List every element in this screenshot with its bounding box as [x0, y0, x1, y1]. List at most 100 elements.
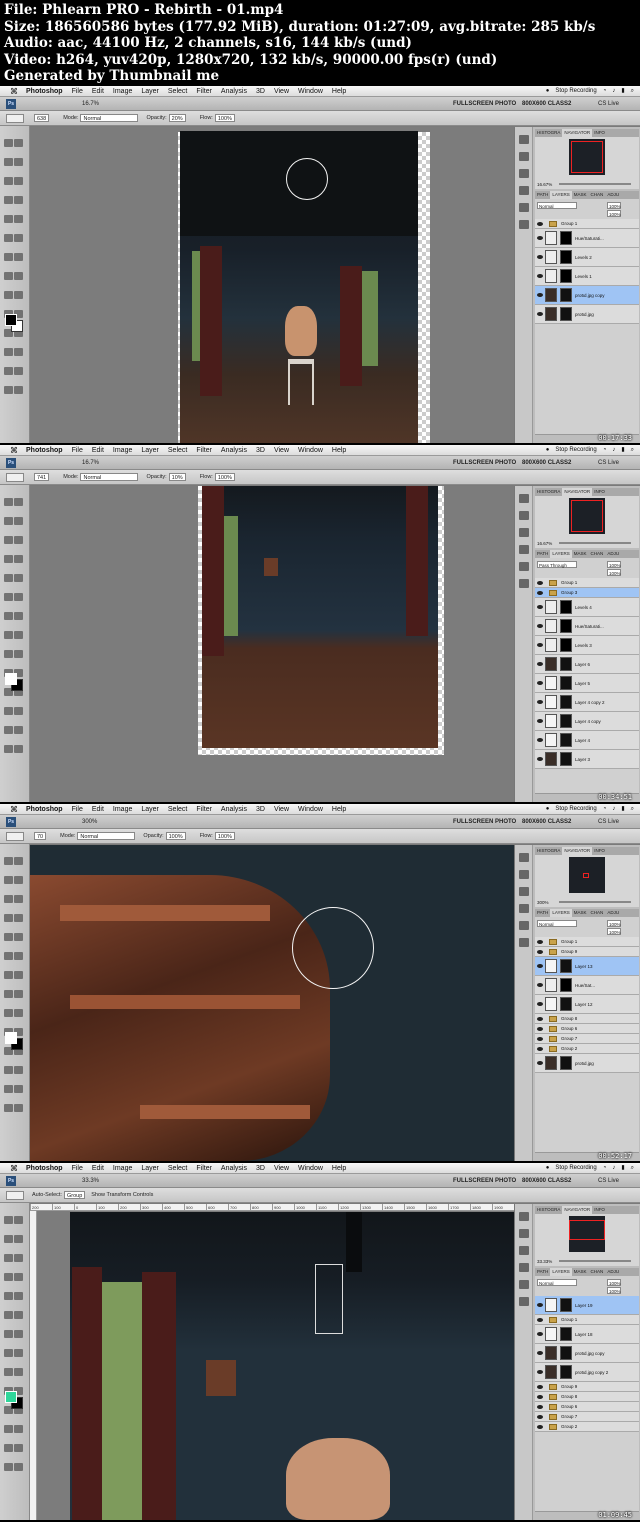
navigator-zoom[interactable]: 16.67% [537, 182, 552, 187]
tool-icon[interactable] [14, 498, 23, 506]
tool-icon[interactable] [14, 348, 23, 356]
menu-item-filter[interactable]: Filter [196, 1165, 212, 1172]
tool-icon[interactable] [14, 555, 23, 563]
tab-channels[interactable]: CHAN [589, 1268, 606, 1276]
layer-row[interactable]: Group 1 [535, 937, 639, 947]
menu-item-view[interactable]: View [274, 1165, 289, 1172]
layer-row[interactable]: Hue/Saturati... [535, 617, 639, 636]
tool-icon[interactable] [4, 1235, 13, 1243]
layer-row[interactable]: Group 9 [535, 1382, 639, 1392]
menu-item-layer[interactable]: Layer [141, 1165, 159, 1172]
menu-item-help[interactable]: Help [332, 447, 346, 454]
layer-row[interactable]: Group 3 [535, 588, 639, 598]
visibility-eye-icon[interactable] [537, 624, 543, 628]
panel-icon[interactable] [518, 562, 529, 571]
menu-item-edit[interactable]: Edit [92, 88, 104, 95]
menu-item-select[interactable]: Select [168, 88, 187, 95]
visibility-eye-icon[interactable] [537, 1046, 543, 1051]
menu-app-name[interactable]: Photoshop [26, 447, 63, 454]
tool-icon[interactable] [4, 707, 13, 715]
visibility-eye-icon[interactable] [537, 221, 543, 226]
menu-item-filter[interactable]: Filter [196, 447, 212, 454]
fill-field[interactable]: 100% [607, 569, 621, 576]
tool-icon[interactable] [14, 1235, 23, 1243]
navigator-zoom-slider[interactable] [559, 183, 631, 185]
foreground-color-swatch[interactable] [5, 314, 17, 326]
tool-icon[interactable] [4, 196, 13, 204]
layer-row[interactable]: Layer 19 [535, 1296, 639, 1315]
tab-histogram[interactable]: HISTOGRA [535, 129, 562, 137]
blend-mode-select[interactable]: Normal [537, 920, 577, 927]
navigator-zoom[interactable]: 300% [537, 900, 549, 905]
visibility-eye-icon[interactable] [537, 1424, 543, 1429]
tool-icon[interactable] [4, 726, 13, 734]
tool-icon[interactable] [14, 196, 23, 204]
menu-item-image[interactable]: Image [113, 1165, 132, 1172]
tool-icon[interactable] [14, 990, 23, 998]
navigator-view-box[interactable] [569, 1220, 605, 1240]
layer-row[interactable]: Levels 1 [535, 267, 639, 286]
menu-app-name[interactable]: Photoshop [26, 1165, 63, 1172]
menu-item-3d[interactable]: 3D [256, 447, 265, 454]
visibility-eye-icon[interactable] [537, 255, 543, 259]
tool-icon[interactable] [4, 517, 13, 525]
layer-row[interactable]: Group 6 [535, 1402, 639, 1412]
tab-navigator[interactable]: NAVIGATOR [562, 1206, 593, 1214]
visibility-eye-icon[interactable] [537, 1036, 543, 1041]
navigator-zoom-slider[interactable] [559, 901, 631, 903]
menu-item-file[interactable]: File [72, 447, 83, 454]
tool-icon[interactable] [14, 272, 23, 280]
tool-icon[interactable] [4, 857, 13, 865]
layer-row[interactable]: Group 2 [535, 1422, 639, 1432]
panel-icon[interactable] [518, 135, 529, 144]
tool-icon[interactable] [14, 386, 23, 394]
blend-mode-select[interactable]: Pass Through [537, 561, 577, 568]
tool-icon[interactable] [4, 1368, 13, 1376]
tab-info[interactable]: INFO [592, 488, 607, 496]
record-icon[interactable]: ● [546, 806, 550, 812]
menu-app-name[interactable]: Photoshop [26, 806, 63, 813]
panel-icon[interactable] [518, 511, 529, 520]
workspace-fullscreen-photo[interactable]: FULLSCREEN PHOTO [453, 97, 516, 111]
visibility-eye-icon[interactable] [537, 643, 543, 647]
layer-row[interactable]: Group 7 [535, 1412, 639, 1422]
visibility-eye-icon[interactable] [537, 1002, 543, 1006]
fill-field[interactable]: 100% [607, 1287, 621, 1294]
tab-masks[interactable]: MASK [572, 550, 589, 558]
fill-field[interactable]: 100% [607, 210, 621, 217]
panel-icon[interactable] [518, 1297, 529, 1306]
tool-icon[interactable] [4, 1311, 13, 1319]
layer-row[interactable]: Layer 5 [535, 674, 639, 693]
tool-icon[interactable] [14, 139, 23, 147]
tool-icon[interactable] [14, 914, 23, 922]
tool-icon[interactable] [4, 177, 13, 185]
layer-opacity-field[interactable]: 100% [607, 920, 621, 927]
tool-icon[interactable] [4, 914, 13, 922]
navigator-view-box[interactable] [571, 141, 603, 173]
visibility-eye-icon[interactable] [537, 681, 543, 685]
workspace-fullscreen-photo[interactable]: FULLSCREEN PHOTO [453, 1174, 516, 1188]
fill-field[interactable]: 100% [607, 928, 621, 935]
opacity-field[interactable]: 20% [168, 113, 186, 122]
menu-item-analysis[interactable]: Analysis [221, 88, 247, 95]
tool-icon[interactable] [14, 1066, 23, 1074]
tool-icon[interactable] [14, 1330, 23, 1338]
tool-icon[interactable] [14, 1425, 23, 1433]
panel-icon[interactable] [518, 545, 529, 554]
tab-adjustments[interactable]: ADJU [605, 909, 621, 917]
workspace-800x600[interactable]: 800X600 CLASS2 [522, 97, 571, 111]
menu-item-3d[interactable]: 3D [256, 806, 265, 813]
tool-icon[interactable] [4, 253, 13, 261]
layer-row[interactable]: pro5d.jpg [535, 1054, 639, 1073]
visibility-eye-icon[interactable] [537, 1303, 543, 1307]
panel-icon[interactable] [518, 186, 529, 195]
visibility-eye-icon[interactable] [537, 939, 543, 944]
zoom-level[interactable]: 16.7% [82, 97, 99, 111]
tool-icon[interactable] [4, 612, 13, 620]
layer-opacity-field[interactable]: 100% [607, 1279, 621, 1286]
tool-icon[interactable] [14, 726, 23, 734]
menu-item-help[interactable]: Help [332, 806, 346, 813]
tool-icon[interactable] [14, 857, 23, 865]
tab-masks[interactable]: MASK [572, 1268, 589, 1276]
cs-live-button[interactable]: CS Live [598, 1174, 619, 1188]
